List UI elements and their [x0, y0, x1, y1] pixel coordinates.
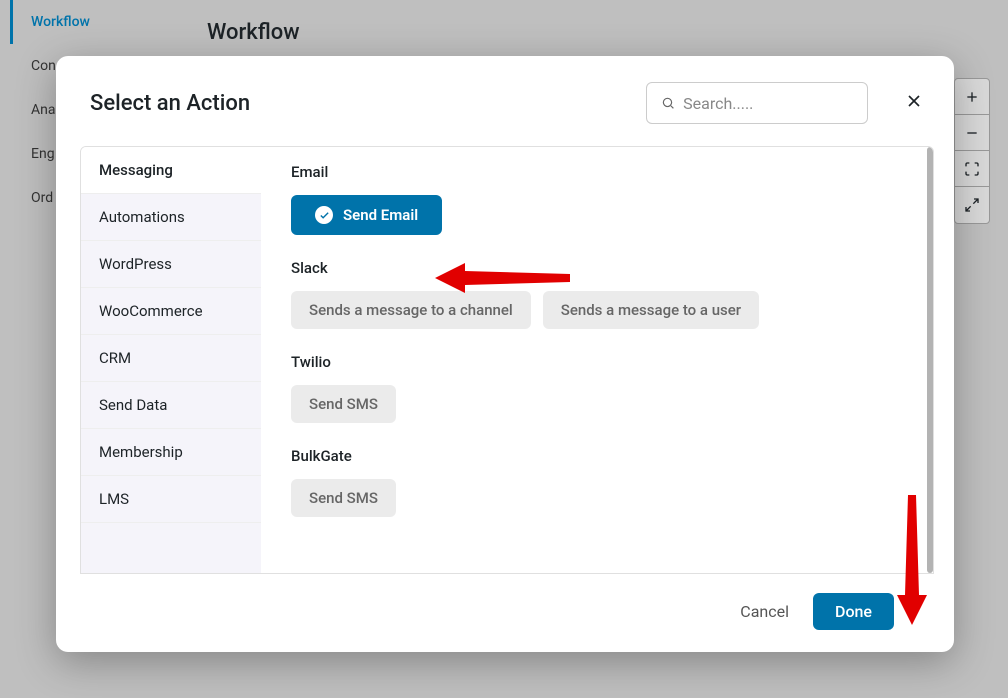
action-label: Send Email	[343, 206, 418, 224]
group-title-email: Email	[291, 163, 903, 181]
action-row: Send Email	[291, 195, 903, 235]
zoom-out-button[interactable]	[955, 115, 989, 151]
action-slack-channel[interactable]: Sends a message to a channel	[291, 291, 531, 329]
expand-button[interactable]	[955, 187, 989, 223]
action-send-email[interactable]: Send Email	[291, 195, 442, 235]
search-icon	[661, 95, 675, 111]
category-lms[interactable]: LMS	[81, 476, 261, 523]
fit-button[interactable]	[955, 151, 989, 187]
group-title-bulkgate: BulkGate	[291, 447, 903, 465]
action-row: Send SMS	[291, 479, 903, 517]
action-bulkgate-sms[interactable]: Send SMS	[291, 479, 396, 517]
close-button[interactable]	[904, 91, 924, 115]
action-row: Send SMS	[291, 385, 903, 423]
modal-body: Messaging Automations WordPress WooComme…	[80, 146, 934, 574]
category-send-data[interactable]: Send Data	[81, 382, 261, 429]
modal-header: Select an Action	[56, 56, 954, 136]
category-membership[interactable]: Membership	[81, 429, 261, 476]
category-woocommerce[interactable]: WooCommerce	[81, 288, 261, 335]
category-wordpress[interactable]: WordPress	[81, 241, 261, 288]
category-messaging[interactable]: Messaging	[81, 147, 261, 194]
actions-content: Email Send Email Slack Sends a message t…	[261, 147, 933, 573]
category-automations[interactable]: Automations	[81, 194, 261, 241]
action-slack-user[interactable]: Sends a message to a user	[543, 291, 759, 329]
group-title-twilio: Twilio	[291, 353, 903, 371]
category-crm[interactable]: CRM	[81, 335, 261, 382]
bg-sidebar-item[interactable]: Workflow	[10, 0, 150, 44]
search-box[interactable]	[646, 82, 868, 124]
zoom-in-button[interactable]	[955, 79, 989, 115]
group-title-slack: Slack	[291, 259, 903, 277]
close-icon	[904, 91, 924, 111]
search-input[interactable]	[683, 94, 853, 113]
done-button[interactable]: Done	[813, 593, 894, 630]
action-twilio-sms[interactable]: Send SMS	[291, 385, 396, 423]
category-sidebar: Messaging Automations WordPress WooComme…	[81, 147, 261, 573]
action-row: Sends a message to a channel Sends a mes…	[291, 291, 903, 329]
canvas-toolbar	[954, 78, 990, 224]
modal-title: Select an Action	[90, 91, 626, 116]
cancel-button[interactable]: Cancel	[740, 602, 789, 621]
page-title: Workflow	[207, 20, 300, 45]
select-action-modal: Select an Action Messaging Automations W…	[56, 56, 954, 652]
modal-footer: Cancel Done	[76, 574, 934, 652]
check-icon	[315, 206, 333, 224]
scrollbar[interactable]	[927, 147, 933, 573]
